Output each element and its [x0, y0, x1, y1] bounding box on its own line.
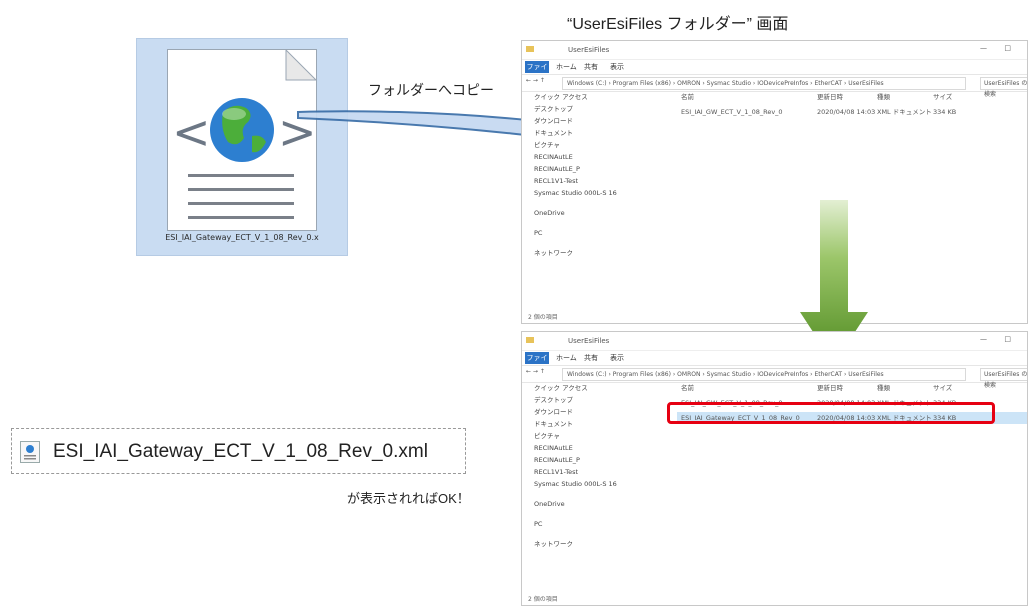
nav-item[interactable]: ドキュメント — [522, 127, 632, 139]
address-row: ← → ↑ Windows (C:) › Program Files (x86)… — [522, 75, 1027, 98]
tab-home[interactable]: ホーム — [556, 353, 577, 363]
column-type[interactable]: 種類 — [877, 91, 890, 103]
status-bar: 2 個の項目 — [528, 314, 558, 321]
status-bar: 2 個の項目 — [528, 596, 558, 603]
tab-file[interactable]: ファイル — [525, 61, 549, 83]
table-row[interactable]: ESI_IAI_GW_ECT_V_1_08_Rev_0 2020/04/08 1… — [677, 106, 1027, 118]
nav-item[interactable]: クイック アクセス — [522, 382, 632, 394]
tab-home[interactable]: ホーム — [556, 62, 577, 72]
nav-item[interactable]: RECINAutLE — [522, 442, 632, 454]
address-bar[interactable]: Windows (C:) › Program Files (x86) › OMR… — [562, 368, 966, 381]
nav-item[interactable]: デスクトップ — [522, 103, 632, 115]
address-row: ← → ↑ Windows (C:) › Program Files (x86)… — [522, 366, 1027, 389]
minimize-button[interactable]: — — [980, 335, 987, 343]
row-size: 334 KB — [933, 108, 957, 116]
file-entry-name[interactable]: ESI_IAI_Gateway_ECT_V_1_08_Rev_0.xml — [53, 441, 428, 463]
nav-item[interactable]: RECL1V1-Test — [522, 466, 632, 478]
nav-item[interactable]: ドキュメント — [522, 418, 632, 430]
window-titlebar: UserEsiFiles — □ — [522, 41, 1027, 60]
column-name[interactable]: 名前 — [681, 91, 694, 103]
ribbon: ファイル ホーム 共有 表示 — [522, 60, 1027, 83]
nav-item[interactable]: OneDrive — [522, 207, 632, 219]
column-headers: 名前 更新日時 種類 サイズ — [677, 382, 1027, 394]
tab-file[interactable]: ファイル — [525, 352, 549, 374]
nav-item[interactable]: Sysmac Studio 000L-S 16 — [522, 187, 632, 199]
xml-file-icon — [20, 441, 40, 463]
nav-item[interactable]: RECL1V1-Test — [522, 175, 632, 187]
nav-item[interactable]: ダウンロード — [522, 406, 632, 418]
tab-view[interactable]: 表示 — [610, 62, 624, 72]
highlight-box — [667, 402, 995, 424]
nav-item[interactable]: ネットワーク — [522, 247, 632, 259]
folder-icon — [526, 45, 537, 53]
column-size[interactable]: サイズ — [933, 382, 952, 394]
window-title: UserEsiFiles — [568, 46, 610, 54]
search-input[interactable]: UserEsiFiles の検索 — [980, 77, 1027, 98]
column-type[interactable]: 種類 — [877, 382, 890, 394]
ribbon: ファイル ホーム 共有 表示 — [522, 351, 1027, 374]
column-date[interactable]: 更新日時 — [817, 91, 843, 103]
explorer-window-after: UserEsiFiles — □ ファイル ホーム 共有 表示 ← → ↑ Wi… — [521, 331, 1028, 606]
tab-share[interactable]: 共有 — [584, 62, 598, 72]
nav-pane: クイック アクセス デスクトップ ダウンロード ドキュメント ピクチャ RECI… — [522, 91, 632, 309]
nav-item[interactable]: PC — [522, 518, 632, 530]
column-size[interactable]: サイズ — [933, 91, 952, 103]
address-bar[interactable]: Windows (C:) › Program Files (x86) › OMR… — [562, 77, 966, 90]
nav-item[interactable]: RECINAutLE — [522, 151, 632, 163]
nav-item[interactable]: OneDrive — [522, 498, 632, 510]
nav-item[interactable]: ダウンロード — [522, 115, 632, 127]
search-input[interactable]: UserEsiFiles の検索 — [980, 368, 1027, 389]
nav-item[interactable]: ピクチャ — [522, 430, 632, 442]
nav-item[interactable]: RECINAutLE_P — [522, 454, 632, 466]
window-titlebar: UserEsiFiles — □ — [522, 332, 1027, 351]
maximize-button[interactable]: □ — [1004, 44, 1011, 52]
folder-icon — [526, 336, 537, 344]
ok-message: が表示されればOK！ — [347, 491, 470, 506]
nav-item[interactable]: RECINAutLE_P — [522, 163, 632, 175]
window-title: UserEsiFiles — [568, 337, 610, 345]
maximize-button[interactable]: □ — [1004, 335, 1011, 343]
back-arrow-icon[interactable]: ← → ↑ — [526, 77, 545, 84]
explorer-window-before: UserEsiFiles — □ ファイル ホーム 共有 表示 ← → ↑ Wi… — [521, 40, 1028, 324]
nav-pane: クイック アクセス デスクトップ ダウンロード ドキュメント ピクチャ RECI… — [522, 382, 632, 591]
tab-view[interactable]: 表示 — [610, 353, 624, 363]
minimize-button[interactable]: — — [980, 44, 987, 52]
nav-item[interactable]: ネットワーク — [522, 538, 632, 550]
column-headers: 名前 更新日時 種類 サイズ — [677, 91, 1027, 103]
nav-item[interactable]: クイック アクセス — [522, 91, 632, 103]
row-name: ESI_IAI_GW_ECT_V_1_08_Rev_0 — [681, 108, 783, 116]
nav-item[interactable]: Sysmac Studio 000L-S 16 — [522, 478, 632, 490]
nav-item[interactable]: ピクチャ — [522, 139, 632, 151]
tab-share[interactable]: 共有 — [584, 353, 598, 363]
row-date: 2020/04/08 14:03 — [817, 108, 876, 116]
nav-item[interactable]: デスクトップ — [522, 394, 632, 406]
back-arrow-icon[interactable]: ← → ↑ — [526, 368, 545, 375]
column-name[interactable]: 名前 — [681, 382, 694, 394]
column-date[interactable]: 更新日時 — [817, 382, 843, 394]
row-type: XML ドキュメント — [877, 108, 932, 116]
nav-item[interactable]: PC — [522, 227, 632, 239]
